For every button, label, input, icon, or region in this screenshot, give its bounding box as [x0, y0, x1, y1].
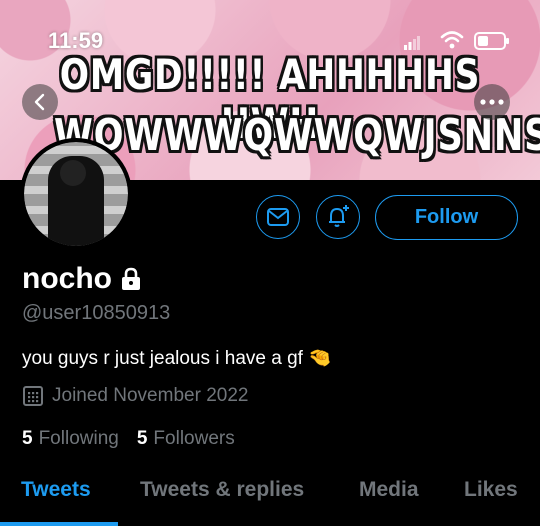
- following-label: Following: [38, 428, 119, 449]
- wifi-icon: [440, 31, 464, 49]
- calendar-icon: [23, 386, 43, 406]
- tab-likes[interactable]: Likes: [464, 478, 518, 502]
- following-link[interactable]: 5 Following: [22, 428, 119, 450]
- profile-name-row: nocho: [22, 262, 142, 296]
- profile-name: nocho: [22, 262, 112, 295]
- profile-handle: @user10850913: [22, 302, 171, 324]
- followers-label: Followers: [153, 428, 235, 449]
- active-tab-indicator: [0, 522, 118, 526]
- joined-date: Joined November 2022: [52, 385, 249, 406]
- followers-link[interactable]: 5 Followers: [137, 428, 235, 450]
- follow-stats: 5 Following 5 Followers: [22, 428, 235, 450]
- battery-icon: [474, 32, 509, 50]
- notify-button[interactable]: [316, 195, 360, 239]
- joined-date-row: Joined November 2022: [22, 385, 248, 407]
- status-time: 11:59: [48, 28, 104, 53]
- message-button[interactable]: [256, 195, 300, 239]
- follow-button[interactable]: Follow: [375, 195, 518, 240]
- tab-tweets[interactable]: Tweets: [21, 478, 91, 502]
- back-icon: [34, 93, 45, 111]
- bell-plus-icon: [329, 205, 349, 227]
- followers-count: 5: [136, 428, 148, 449]
- profile-tabs: Tweets Tweets & replies Media Likes: [0, 478, 540, 526]
- profile-bio: you guys r just jealous i have a gf 🤏: [22, 348, 332, 369]
- tab-media[interactable]: Media: [359, 478, 419, 502]
- banner-text-line2: WOWWWQWWQWJSNNS: [54, 110, 540, 161]
- more-icon: [480, 99, 504, 105]
- back-button[interactable]: [22, 84, 58, 120]
- avatar-figure-head: [60, 160, 86, 186]
- tab-tweets-replies[interactable]: Tweets & replies: [140, 478, 304, 502]
- avatar-image: [24, 142, 128, 246]
- avatar[interactable]: [20, 138, 132, 250]
- following-count: 5: [22, 428, 33, 449]
- status-bar: 11:59: [0, 28, 540, 58]
- mail-icon: [267, 208, 289, 226]
- more-options-button[interactable]: [474, 84, 510, 120]
- lock-icon: [122, 267, 140, 290]
- signal-icon: [404, 36, 420, 50]
